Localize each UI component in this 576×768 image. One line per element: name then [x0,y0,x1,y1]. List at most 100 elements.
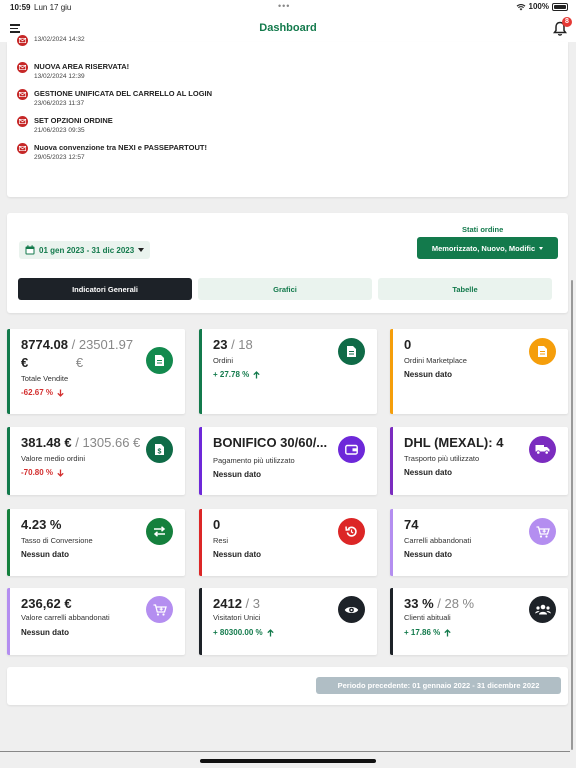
kpi-value: BONIFICO 30/60/... [213,435,328,450]
undo-icon [338,518,365,545]
news-item[interactable]: Nuova convenzione tra NEXI e PASSEPARTOU… [17,143,207,163]
previous-period-button[interactable]: Periodo precedente: 01 gennaio 2022 - 31… [316,677,561,694]
mail-icon [17,89,28,100]
kpi-label: Tasso di Conversione [21,536,93,545]
tab-tabelle[interactable]: Tabelle [378,278,552,300]
scrollbar[interactable] [571,280,573,750]
caret-down-icon [539,246,544,250]
kpi-value: 23 / 18 [213,337,253,352]
kpi-card-visitatori-unici[interactable]: 2412 / 3 Visitatori Unici + 80300.00 % [199,588,377,655]
app-header: Dashboard 8 [0,14,576,42]
notifications-button[interactable]: 8 [553,17,572,37]
tab-indicatori-generali[interactable]: Indicatori Generali [18,278,192,300]
kpi-change: Nessun dato [21,550,70,559]
news-title: SET OPZIONI ORDINE [34,116,113,125]
kpi-change: Nessun dato [404,550,453,559]
kpi-card-totale-vendite[interactable]: 8774.08 / 23501.97 € € Totale Vendite -6… [7,329,185,414]
cart-icon [529,518,556,545]
kpi-change: Nessun dato [21,628,70,637]
news-date: 23/06/2023 11:37 [34,100,85,107]
tab-bar: Indicatori Generali Grafici Tabelle [18,278,552,300]
kpi-card-pagamento[interactable]: BONIFICO 30/60/... Pagamento più utilizz… [199,427,377,495]
caret-down-icon [138,248,145,252]
document-icon [146,347,173,374]
kpi-change: -70.80 % [21,468,64,477]
date-range-label: 01 gen 2023 - 31 dic 2023 [39,245,135,255]
date-range-picker[interactable]: 01 gen 2023 - 31 dic 2023 [19,241,151,259]
kpi-value: DHL (MEXAL): 4 [404,435,504,450]
kpi-card-carrelli-abbandonati[interactable]: 74 Carrelli abbandonati Nessun dato [390,509,568,576]
status-bar: 10:59 Lun 17 giu ••• 100% [0,0,576,14]
news-item[interactable]: NUOVA AREA RISERVATA! 13/02/2024 12:39 [17,62,129,82]
kpi-value: 74 [404,517,419,532]
truck-icon [529,436,556,463]
kpi-value-currency: € € [21,355,84,370]
kpi-card-ordini-marketplace[interactable]: 0 Ordini Marketplace Nessun dato [390,329,568,414]
page-title: Dashboard [259,22,317,34]
filters-card: 01 gen 2023 - 31 dic 2023 Stati ordine M… [7,213,568,313]
news-item[interactable]: GESTIONE UNIFICATA DEL CARRELLO AL LOGIN… [17,89,212,109]
news-date: 21/06/2023 09:35 [34,127,85,134]
status-right: 100% [516,2,568,11]
kpi-value: 33 % / 28 % [404,596,475,611]
kpi-label: Resi [213,536,229,545]
kpi-label: Totale Vendite [21,374,69,383]
tab-grafici[interactable]: Grafici [198,278,372,300]
home-indicator[interactable] [200,759,376,763]
mail-icon [17,116,28,127]
bottom-divider [0,751,570,752]
kpi-value: 0 [404,337,412,352]
mail-icon [17,35,28,46]
kpi-value: 4.23 % [21,517,62,532]
kpi-label: Valore carrelli abbandonati [21,613,110,622]
news-item[interactable]: SET OPZIONI ORDINE 21/06/2023 09:35 [17,116,113,136]
news-title: NUOVA AREA RISERVATA! [34,62,130,71]
wifi-icon [516,3,525,10]
calendar-icon [25,245,35,255]
news-title: GESTIONE UNIFICATA DEL CARRELLO AL LOGIN [34,89,213,98]
arrow-up-icon [266,628,274,636]
kpi-card-valore-medio-ordini[interactable]: 381.48 € / 1305.66 € Valore medio ordini… [7,427,185,495]
kpi-value: 2412 / 3 [213,596,260,611]
swap-icon [146,518,173,545]
kpi-value: 381.48 € / 1305.66 € [21,435,141,450]
kpi-label: Pagamento più utilizzato [213,456,295,465]
news-date: 13/02/2024 12:39 [34,73,85,80]
news-title: Nuova convenzione tra NEXI e PASSEPARTOU… [34,143,207,152]
arrow-down-icon [57,469,64,477]
kpi-card-trasporto[interactable]: DHL (MEXAL): 4 Trasporto più utilizzato … [390,427,568,495]
document-icon [529,338,556,365]
kpi-change: -62.67 % [21,388,64,397]
document-icon [338,338,365,365]
kpi-label: Clienti abituali [404,613,451,622]
kpi-change: + 17.86 % [404,628,451,637]
kpi-card-valore-carrelli[interactable]: 236,62 € Valore carrelli abbandonati Nes… [7,588,185,655]
kpi-card-resi[interactable]: 0 Resi Nessun dato [199,509,377,576]
kpi-card-tasso-conversione[interactable]: 4.23 % Tasso di Conversione Nessun dato [7,509,185,576]
news-date: 29/05/2023 12:57 [34,154,85,161]
kpi-label: Visitatori Unici [213,613,261,622]
status-date: Lun 17 giu [34,3,72,12]
kpi-label: Carrelli abbandonati [404,536,472,545]
kpi-change: Nessun dato [213,550,262,559]
multitask-dots[interactable]: ••• [278,1,290,11]
kpi-card-clienti-abituali[interactable]: 33 % / 28 % Clienti abituali + 17.86 % [390,588,568,655]
kpi-change: Nessun dato [213,470,262,479]
news-item[interactable]: 13/02/2024 14:32 [17,35,85,46]
kpi-card-ordini[interactable]: 23 / 18 Ordini + 27.78 % [199,329,377,414]
eye-icon [338,596,365,623]
kpi-change: + 80300.00 % [213,628,274,637]
kpi-change: Nessun dato [404,370,453,379]
svg-text:$: $ [158,449,162,456]
users-icon [529,596,556,623]
kpi-value: 236,62 € [21,596,72,611]
kpi-change: + 27.78 % [213,370,260,379]
notification-badge: 8 [562,17,572,27]
news-date: 13/02/2024 14:32 [34,36,85,43]
order-status-select[interactable]: Memorizzato, Nuovo, Modific [417,237,558,259]
arrow-down-icon [57,389,64,397]
order-status-label: Stati ordine [462,225,504,234]
arrow-up-icon [253,370,260,378]
battery-percent: 100% [528,2,549,11]
kpi-change: Nessun dato [404,468,453,477]
